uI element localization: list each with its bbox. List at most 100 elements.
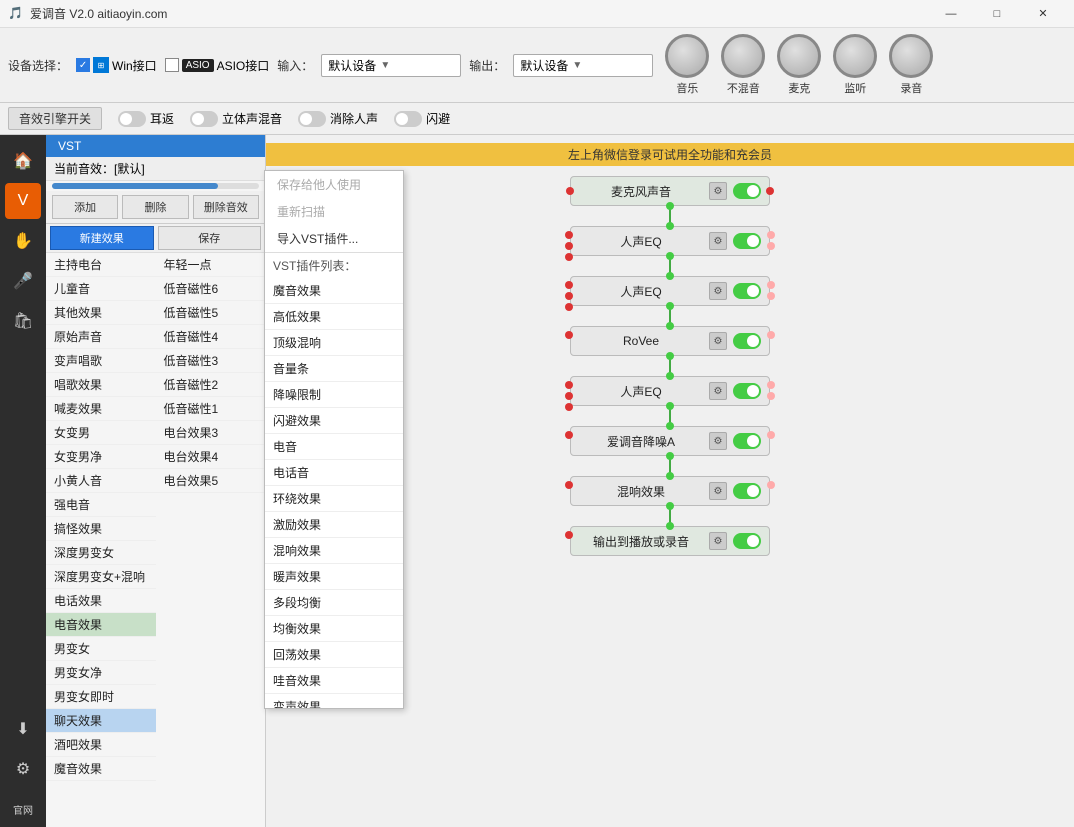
vst-jili[interactable]: 激励效果 bbox=[265, 512, 403, 538]
output-node-gear-button[interactable]: ⚙ bbox=[709, 532, 727, 550]
reverb-node-toggle[interactable] bbox=[733, 483, 761, 499]
nomix-knob[interactable] bbox=[721, 34, 765, 78]
output-device-select[interactable]: 默认设备 ▼ bbox=[513, 54, 653, 77]
music-knob[interactable] bbox=[665, 34, 709, 78]
context-rescan[interactable]: 重新扫描 bbox=[265, 198, 403, 225]
vst-yinliang[interactable]: 音量条 bbox=[265, 356, 403, 382]
delete-effect-button[interactable]: 删除 bbox=[122, 195, 188, 219]
effect-diyin4[interactable]: 低音磁性4 bbox=[156, 325, 266, 349]
sidebar-item-download[interactable]: ⬇ bbox=[5, 711, 41, 747]
record-knob[interactable] bbox=[889, 34, 933, 78]
context-save-for-others[interactable]: 保存给他人使用 bbox=[265, 171, 403, 198]
eq1-dot-r2 bbox=[767, 242, 775, 250]
effect-engine-toggle[interactable]: 音效引擎开关 bbox=[8, 107, 102, 130]
dodge-toggle[interactable] bbox=[394, 111, 422, 127]
earback-toggle[interactable] bbox=[118, 111, 146, 127]
effect-liaotianzxiaogu[interactable]: 聊天效果 bbox=[46, 709, 156, 733]
output-node-toggle[interactable] bbox=[733, 533, 761, 549]
vst-dingji[interactable]: 顶级混响 bbox=[265, 330, 403, 356]
sidebar-item-mic[interactable]: 🎤 bbox=[5, 263, 41, 299]
delete-effect-name-button[interactable]: 删除音效 bbox=[193, 195, 259, 219]
effect-nanbiannjing[interactable]: 男变女净 bbox=[46, 661, 156, 685]
effect-diantai3[interactable]: 电台效果3 bbox=[156, 421, 266, 445]
close-button[interactable]: ✕ bbox=[1020, 0, 1066, 28]
effect-xiaohuangren[interactable]: 小黄人音 bbox=[46, 469, 156, 493]
effect-diyin3[interactable]: 低音磁性3 bbox=[156, 349, 266, 373]
vst-shaduo[interactable]: 闪避效果 bbox=[265, 408, 403, 434]
vst-huanrao[interactable]: 环绕效果 bbox=[265, 486, 403, 512]
effect-moyinxiaogu[interactable]: 魔音效果 bbox=[46, 757, 156, 781]
vst-moyin[interactable]: 魔音效果 bbox=[265, 278, 403, 304]
effect-nvbiannan[interactable]: 女变男 bbox=[46, 421, 156, 445]
effect-diyin5[interactable]: 低音磁性5 bbox=[156, 301, 266, 325]
maximize-button[interactable]: □ bbox=[974, 0, 1020, 28]
effect-nianqingyi[interactable]: 年轻一点 bbox=[156, 253, 266, 277]
reverb-node-gear-button[interactable]: ⚙ bbox=[709, 482, 727, 500]
monitor-knob[interactable] bbox=[833, 34, 877, 78]
effect-gaoguai[interactable]: 搞怪效果 bbox=[46, 517, 156, 541]
new-effect-button[interactable]: 新建效果 bbox=[50, 226, 154, 250]
effect-bianshenchangge[interactable]: 变声唱歌 bbox=[46, 349, 156, 373]
effect-nanbiannjishi[interactable]: 男变女即时 bbox=[46, 685, 156, 709]
denoise-node-toggle[interactable] bbox=[733, 433, 761, 449]
noise-cancel-toggle[interactable] bbox=[298, 111, 326, 127]
asio-checkbox[interactable] bbox=[165, 58, 179, 72]
effect-qitaxiaogu[interactable]: 其他效果 bbox=[46, 301, 156, 325]
effect-diyin6[interactable]: 低音磁性6 bbox=[156, 277, 266, 301]
effect-diyin2[interactable]: 低音磁性2 bbox=[156, 373, 266, 397]
input-device-select[interactable]: 默认设备 ▼ bbox=[321, 54, 461, 77]
effect-dianyinxiaogu[interactable]: 电音效果 bbox=[46, 613, 156, 637]
save-effect-button[interactable]: 保存 bbox=[158, 226, 262, 250]
vst-tab[interactable]: VST bbox=[46, 135, 265, 157]
mic-knob[interactable] bbox=[777, 34, 821, 78]
effect-shendunanbiannvhunxiang[interactable]: 深度男变女+混响 bbox=[46, 565, 156, 589]
denoise-node-gear-button[interactable]: ⚙ bbox=[709, 432, 727, 450]
effect-diantai5[interactable]: 电台效果5 bbox=[156, 469, 266, 493]
rovee-node-gear-button[interactable]: ⚙ bbox=[709, 332, 727, 350]
mic-node-gear-button[interactable]: ⚙ bbox=[709, 182, 727, 200]
effect-jiubaxiaogu[interactable]: 酒吧效果 bbox=[46, 733, 156, 757]
sidebar-item-hand[interactable]: ✋ bbox=[5, 223, 41, 259]
effect-shendunanbiannv[interactable]: 深度男变女 bbox=[46, 541, 156, 565]
effect-nvbiannanjing[interactable]: 女变男净 bbox=[46, 445, 156, 469]
vst-hunxiang[interactable]: 混响效果 bbox=[265, 538, 403, 564]
effect-diyin1[interactable]: 低音磁性1 bbox=[156, 397, 266, 421]
effect-hanmaixiaogu[interactable]: 喊麦效果 bbox=[46, 397, 156, 421]
sidebar-item-home[interactable]: 🏠 bbox=[5, 143, 41, 179]
context-import-vst[interactable]: 导入VST插件... bbox=[265, 225, 403, 252]
vst-duoduan[interactable]: 多段均衡 bbox=[265, 590, 403, 616]
eq1-node-gear-button[interactable]: ⚙ bbox=[709, 232, 727, 250]
win-interface-checkbox[interactable]: ✓ bbox=[76, 58, 90, 72]
mic-node-toggle[interactable] bbox=[733, 183, 761, 199]
eq2-node-toggle[interactable] bbox=[733, 283, 761, 299]
vst-dianhuayin[interactable]: 电话音 bbox=[265, 460, 403, 486]
effect-diantai4[interactable]: 电台效果4 bbox=[156, 445, 266, 469]
vst-nuansheng[interactable]: 暖声效果 bbox=[265, 564, 403, 590]
sidebar-item-bag[interactable]: 🛍 bbox=[5, 303, 41, 339]
effect-yuanshishengyin[interactable]: 原始声音 bbox=[46, 325, 156, 349]
eq1-node-toggle[interactable] bbox=[733, 233, 761, 249]
vst-gaodi[interactable]: 高低效果 bbox=[265, 304, 403, 330]
eq3-node-toggle[interactable] bbox=[733, 383, 761, 399]
sidebar-item-settings[interactable]: ⚙ bbox=[5, 751, 41, 787]
minimize-button[interactable]: — bbox=[928, 0, 974, 28]
vst-huidang[interactable]: 回荡效果 bbox=[265, 642, 403, 668]
eq2-node-gear-button[interactable]: ⚙ bbox=[709, 282, 727, 300]
rovee-node-toggle[interactable] bbox=[733, 333, 761, 349]
add-effect-button[interactable]: 添加 bbox=[52, 195, 118, 219]
sidebar-item-vst[interactable]: V bbox=[5, 183, 41, 219]
vst-dianyin[interactable]: 电音 bbox=[265, 434, 403, 460]
effect-nanbiannv[interactable]: 男变女 bbox=[46, 637, 156, 661]
vst-jiangzao[interactable]: 降噪限制 bbox=[265, 382, 403, 408]
vst-wayin[interactable]: 哇音效果 bbox=[265, 668, 403, 694]
eq3-node-gear-button[interactable]: ⚙ bbox=[709, 382, 727, 400]
effect-changgexi[interactable]: 唱歌效果 bbox=[46, 373, 156, 397]
vst-junheng[interactable]: 均衡效果 bbox=[265, 616, 403, 642]
effect-zhuchidiantai[interactable]: 主持电台 bbox=[46, 253, 156, 277]
effect-ertonyin[interactable]: 儿童音 bbox=[46, 277, 156, 301]
effect-qiangdianyin[interactable]: 强电音 bbox=[46, 493, 156, 517]
stereo-mix-toggle[interactable] bbox=[190, 111, 218, 127]
effect-dianhuaxiaogu[interactable]: 电话效果 bbox=[46, 589, 156, 613]
sidebar-item-website[interactable]: 官网 bbox=[5, 791, 41, 827]
vst-bianshen[interactable]: 变声效果 bbox=[265, 694, 403, 708]
